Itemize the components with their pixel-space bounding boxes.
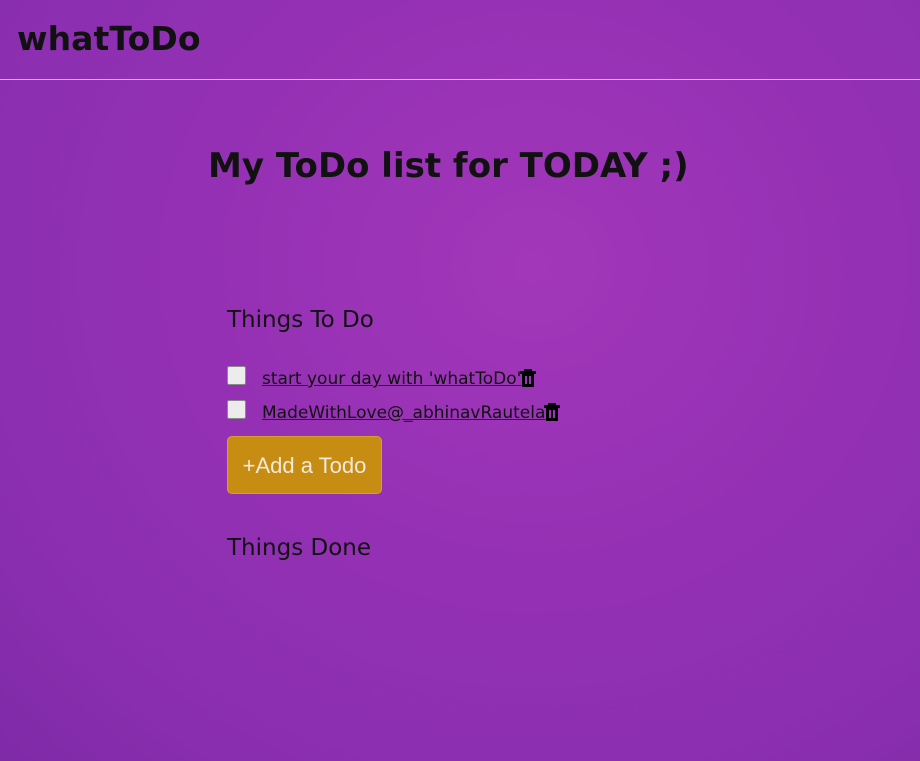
todo-text[interactable]: MadeWithLove@_abhinavRautela (262, 402, 545, 424)
todo-item: start your day with 'whatToDo' (227, 366, 647, 400)
todo-item: MadeWithLove@_abhinavRautela (227, 400, 647, 434)
todo-checkbox[interactable] (227, 400, 246, 419)
things-done-heading: Things Done (227, 535, 371, 561)
todo-list: start your day with 'whatToDo' MadeWithL… (227, 366, 647, 434)
todo-text[interactable]: start your day with 'whatToDo' (262, 368, 521, 390)
todo-checkbox[interactable] (227, 366, 246, 385)
app-brand[interactable]: whatToDo (17, 19, 201, 59)
top-bar: whatToDo (0, 0, 920, 80)
page-title: My ToDo list for TODAY ;) (208, 146, 689, 186)
trash-icon[interactable] (520, 369, 536, 387)
trash-icon[interactable] (544, 403, 560, 421)
things-to-do-heading: Things To Do (227, 307, 374, 333)
add-todo-button[interactable]: +Add a Todo (227, 436, 382, 494)
